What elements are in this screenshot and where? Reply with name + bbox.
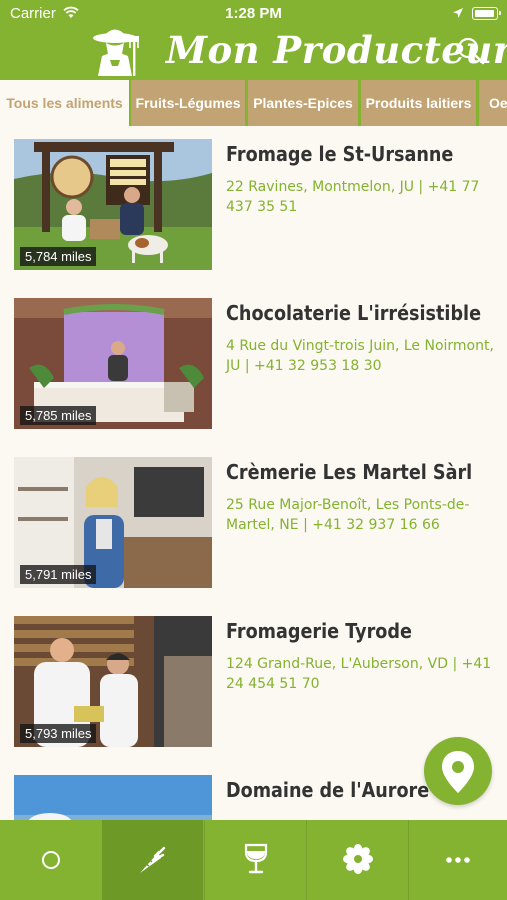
producer-name: Chocolaterie L'irrésistible — [226, 301, 482, 325]
wine-glass-icon — [244, 843, 267, 874]
tab-tous-les-aliments[interactable]: Tous les aliments — [0, 80, 129, 126]
map-pin-icon — [442, 751, 474, 793]
search-icon[interactable] — [456, 36, 486, 66]
producer-item[interactable]: 5,784 miles Fromage le St-Ursanne 22 Rav… — [0, 126, 507, 285]
tab-bar-item-home[interactable] — [0, 820, 101, 900]
producer-address[interactable]: 25 Rue Major-Benoît, Les Ponts-de-Martel… — [226, 495, 494, 535]
producer-name: Fromage le St-Ursanne — [226, 142, 454, 166]
category-tabs: Tous les aliments Fruits-Légumes Plantes… — [0, 80, 507, 126]
distance-badge: 5,793 miles — [20, 724, 97, 743]
flower-icon — [342, 844, 373, 874]
producer-address[interactable]: 124 Grand-Rue, L'Auberson, VD | +41 24 4… — [226, 654, 494, 694]
producer-name: Crèmerie Les Martel Sàrl — [226, 460, 473, 484]
clock: 1:28 PM — [225, 5, 282, 22]
producer-address[interactable]: 4 Rue du Vingt-trois Juin, Le Noirmont, … — [226, 336, 494, 376]
producer-item[interactable]: 5,791 miles Crèmerie Les Martel Sàrl 25 … — [0, 444, 507, 603]
farmer-logo-icon — [93, 29, 139, 76]
producer-item[interactable]: 5,785 miles Chocolaterie L'irrésistible … — [0, 285, 507, 444]
circle-icon — [41, 851, 60, 869]
tab-bar-item-produce[interactable] — [102, 820, 203, 900]
battery-icon — [472, 7, 501, 20]
location-arrow-icon — [453, 8, 463, 18]
producer-photo — [14, 775, 212, 820]
tab-bar-item-more[interactable] — [409, 820, 507, 900]
distance-badge: 5,784 miles — [20, 247, 97, 266]
producer-address[interactable]: 22 Ravines, Montmelon, JU | +41 77 437 3… — [226, 177, 494, 217]
producer-photo: 5,793 miles — [14, 616, 212, 747]
producer-photo: 5,784 miles — [14, 139, 212, 270]
producer-photo: 5,791 miles — [14, 457, 212, 588]
distance-badge: 5,791 miles — [20, 565, 97, 584]
distance-badge: 5,785 miles — [20, 406, 97, 425]
status-bar: Carrier 1:28 PM — [0, 0, 507, 26]
tab-fruits-legumes[interactable]: Fruits-Légumes — [131, 80, 245, 126]
carrot-icon — [139, 846, 165, 873]
producer-name: Domaine de l'Aurore — [226, 778, 430, 802]
map-button[interactable] — [424, 737, 492, 805]
tab-bar-item-flowers[interactable] — [307, 820, 408, 900]
tab-oeufs[interactable]: Oe — [479, 80, 507, 126]
more-dots-icon — [446, 857, 470, 863]
producer-photo: 5,785 miles — [14, 298, 212, 429]
producer-name: Fromagerie Tyrode — [226, 619, 412, 643]
bottom-tab-bar — [0, 820, 507, 900]
app-header: Carrier 1:28 PM Mon Producteur — [0, 0, 507, 80]
tab-produits-laitiers[interactable]: Produits laitiers — [361, 80, 476, 126]
tab-plantes-epices[interactable]: Plantes-Epices — [248, 80, 358, 126]
tab-bar-item-drinks[interactable] — [205, 820, 306, 900]
producer-list: 5,784 miles Fromage le St-Ursanne 22 Rav… — [0, 126, 507, 820]
